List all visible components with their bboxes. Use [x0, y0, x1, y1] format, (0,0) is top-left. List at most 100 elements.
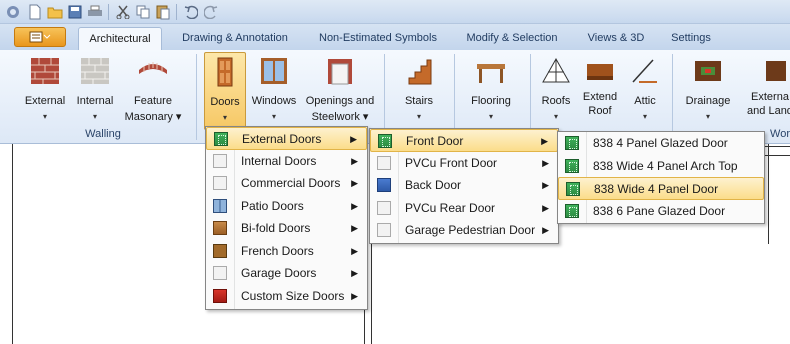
masonary-label: Masonary ▾ [124, 111, 182, 123]
toolbar-separator [176, 4, 177, 20]
menu-item-internal-doors[interactable]: Internal Doors ▶ [206, 150, 367, 173]
pvcu-door-icon [377, 200, 391, 215]
drainage-icon [695, 61, 721, 81]
menu-item-label: 838 Wide 4 Panel Door [594, 182, 719, 196]
extend-roof-icon [587, 64, 613, 80]
landscape-icon [766, 61, 786, 81]
roof-label: Roof [588, 105, 612, 117]
windows-button[interactable]: Windows ▾ [250, 52, 298, 130]
internal-door-icon [213, 153, 227, 168]
extend-roof-button[interactable]: Extend Roof [578, 52, 622, 130]
application-menu-button[interactable] [14, 27, 66, 47]
menu-item-838-4-panel-glazed-door[interactable]: 838 4 Panel Glazed Door [558, 132, 764, 155]
feature-label: Feature [134, 95, 172, 107]
roofs-button[interactable]: Roofs ▾ [536, 52, 576, 130]
open-icon[interactable] [46, 3, 64, 21]
doors-button[interactable]: Doors ▾ [204, 52, 246, 130]
new-icon[interactable] [26, 3, 44, 21]
walling-group-label: Walling [85, 128, 121, 140]
green-door-icon [378, 134, 392, 148]
menu-item-patio-doors[interactable]: Patio Doors ▶ [206, 195, 367, 218]
print-icon[interactable] [86, 3, 104, 21]
menu-item-838-6-pane-glazed-door[interactable]: 838 6 Pane Glazed Door [558, 200, 764, 223]
menu-item-label: Custom Size Doors [241, 288, 345, 303]
windows-label: Windows [251, 95, 297, 107]
pedestrian-door-icon [377, 223, 391, 237]
drainage-label: Drainage [685, 95, 731, 107]
attic-button[interactable]: Attic ▾ [624, 52, 666, 130]
redo-icon[interactable] [202, 3, 220, 21]
dropdown-caret-icon: ▾ [416, 112, 421, 121]
external-doors-submenu: Front Door ▶ PVCu Front Door ▶ Back Door… [369, 128, 559, 244]
menu-item-838-wide-4-panel-door[interactable]: 838 Wide 4 Panel Door [558, 177, 764, 200]
submenu-arrow-icon: ▶ [351, 155, 358, 166]
tab-settings[interactable]: Settings [660, 27, 722, 50]
internal-wall-button[interactable]: Internal ▾ [72, 52, 118, 130]
menu-item-label: Garage Doors [241, 266, 317, 280]
undo-icon[interactable] [182, 3, 200, 21]
menu-item-front-door[interactable]: Front Door ▶ [370, 129, 558, 152]
dropdown-caret-icon: ▾ [92, 112, 97, 121]
and-land-label: and Land [747, 105, 790, 117]
garage-door-icon [213, 266, 227, 280]
dropdown-caret-icon: ▾ [222, 113, 227, 122]
canvas-line [768, 144, 769, 244]
cut-icon[interactable] [114, 3, 132, 21]
menu-item-pvcu-rear-door[interactable]: PVCu Rear Door ▶ [370, 197, 558, 220]
paste-icon[interactable] [154, 3, 172, 21]
menu-item-custom-size-doors[interactable]: Custom Size Doors ▶ [206, 285, 367, 308]
attic-label: Attic [634, 95, 656, 107]
menu-item-label: Front Door [406, 134, 464, 148]
feature-masonary-button[interactable]: Feature Masonary ▾ [120, 52, 186, 130]
submenu-arrow-icon: ▶ [542, 202, 549, 213]
tab-non-estimated-symbols[interactable]: Non-Estimated Symbols [310, 27, 446, 50]
copy-icon[interactable] [134, 3, 152, 21]
drainage-button[interactable]: Drainage ▾ [678, 52, 738, 130]
menu-item-external-doors[interactable]: External Doors ▶ [206, 127, 367, 150]
menu-item-label: French Doors [241, 243, 314, 258]
flooring-label: Flooring [471, 95, 511, 107]
app-logo-icon[interactable] [4, 3, 22, 21]
toolbar-separator [108, 4, 109, 20]
steelwork-label: Steelwork ▾ [311, 111, 369, 123]
menu-item-label: Patio Doors [241, 198, 304, 213]
group-separator [196, 54, 197, 140]
external-wall-button[interactable]: External ▾ [20, 52, 70, 130]
dropdown-caret-icon: ▾ [488, 112, 493, 121]
menu-item-commercial-doors[interactable]: Commercial Doors ▶ [206, 172, 367, 195]
block-wall-icon [81, 58, 109, 84]
tab-architectural[interactable]: Architectural [78, 27, 162, 50]
stairs-label: Stairs [404, 95, 434, 107]
dropdown-caret-icon: ▾ [42, 112, 47, 121]
menu-item-838-wide-4-panel-arch-top[interactable]: 838 Wide 4 Panel Arch Top [558, 155, 764, 178]
commercial-door-icon [213, 176, 227, 190]
tab-modify-selection[interactable]: Modify & Selection [456, 27, 568, 50]
opening-lintel-icon [328, 59, 352, 85]
external-land-label: Externa [751, 91, 789, 103]
menu-item-garage-pedestrian-door[interactable]: Garage Pedestrian Door ▶ [370, 219, 558, 242]
menu-item-label: Garage Pedestrian Door [405, 223, 536, 237]
quick-access-toolbar [0, 0, 790, 24]
dropdown-caret-icon: ▾ [642, 112, 647, 121]
menu-item-pvcu-front-door[interactable]: PVCu Front Door ▶ [370, 152, 558, 175]
flooring-button[interactable]: Flooring ▾ [464, 52, 518, 130]
menu-item-bifold-doors[interactable]: Bi-fold Doors ▶ [206, 217, 367, 240]
save-icon[interactable] [66, 3, 84, 21]
stairs-button[interactable]: Stairs ▾ [392, 52, 446, 130]
tab-drawing-annotation[interactable]: Drawing & Annotation [170, 27, 300, 50]
menu-item-back-door[interactable]: Back Door ▶ [370, 174, 558, 197]
submenu-arrow-icon: ▶ [351, 200, 358, 211]
external-landscape-button[interactable]: Externa and Land [740, 52, 790, 130]
menu-item-garage-doors[interactable]: Garage Doors ▶ [206, 262, 367, 285]
green-door-icon [565, 203, 579, 218]
doors-dropdown-menu: External Doors ▶ Internal Doors ▶ Commer… [205, 126, 368, 310]
green-door-icon [565, 158, 579, 173]
openings-steelwork-button[interactable]: Openings and Steelwork ▾ [302, 52, 378, 130]
menu-item-label: External Doors [242, 132, 322, 146]
attic-icon [632, 59, 657, 83]
tab-views-3d[interactable]: Views & 3D [578, 27, 654, 50]
submenu-arrow-icon: ▶ [351, 223, 358, 233]
green-door-icon [566, 182, 580, 196]
menu-item-label: Commercial Doors [241, 176, 341, 190]
menu-item-french-doors[interactable]: French Doors ▶ [206, 240, 367, 263]
